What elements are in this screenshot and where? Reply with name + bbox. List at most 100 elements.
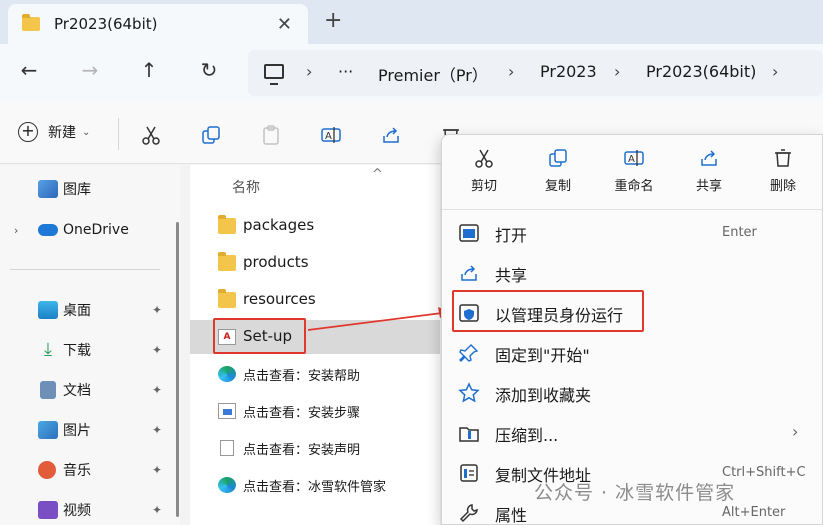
refresh-button[interactable]: ↻: [196, 58, 222, 82]
tab-strip: Pr2023(64bit) ✕ +: [0, 0, 823, 44]
submenu-chevron-icon: ›: [792, 422, 799, 441]
file-name: products: [243, 253, 309, 271]
menu-item-accelerator: Alt+Enter: [722, 505, 786, 520]
sidebar-item-label: 下载: [63, 343, 91, 359]
share-icon: [461, 265, 477, 281]
edge-icon: [218, 477, 236, 493]
sidebar-item-onedrive[interactable]: › OneDrive: [0, 212, 175, 248]
desktop-icon: [38, 301, 58, 319]
address-bar[interactable]: › ··· Premier（Pr） › Pr2023 › Pr2023(64bi…: [248, 50, 823, 96]
menu-item-compress-to[interactable]: 压缩到... ›: [442, 412, 823, 452]
sidebar-item-pictures[interactable]: 图片 ✦: [0, 412, 175, 448]
folder-icon: [218, 252, 236, 271]
breadcrumb-separator[interactable]: ›: [306, 62, 312, 81]
context-delete-button[interactable]: 删除: [748, 147, 818, 194]
toolbar-divider: [118, 118, 119, 150]
sidebar-item-label: 桌面: [63, 303, 91, 319]
context-cut-button[interactable]: 剪切: [449, 147, 519, 194]
file-row-bingxue[interactable]: 点击查看：冰雪软件管家: [190, 468, 440, 502]
gallery-icon: [38, 180, 58, 198]
breadcrumb-item-pr2023-64bit[interactable]: Pr2023(64bit): [646, 62, 756, 81]
highlight-box-run-as-admin: [452, 290, 644, 332]
sidebar-item-label: 文档: [63, 383, 91, 399]
expand-chevron-icon[interactable]: ›: [14, 224, 18, 237]
sidebar-divider: [10, 269, 160, 270]
pin-icon[interactable]: ✦: [152, 463, 162, 477]
cut-icon: [475, 149, 493, 168]
file-row-packages[interactable]: packages: [190, 209, 440, 243]
breadcrumb-item-premier[interactable]: Premier（Pr）: [378, 62, 488, 86]
breadcrumb-item-pr2023[interactable]: Pr2023: [540, 62, 597, 81]
file-row-install-help[interactable]: 点击查看：安装帮助: [190, 357, 440, 391]
close-tab-icon[interactable]: ✕: [277, 14, 292, 35]
menu-item-label: 压缩到...: [495, 426, 559, 445]
pin-icon[interactable]: ✦: [152, 343, 162, 357]
file-row-install-statement[interactable]: 点击查看：安装声明: [190, 431, 440, 465]
pin-icon[interactable]: ✦: [152, 303, 162, 317]
file-row-products[interactable]: products: [190, 246, 440, 280]
context-share-label: 共享: [695, 179, 722, 194]
sidebar-item-music[interactable]: 音乐 ✦: [0, 452, 175, 488]
star-icon: [458, 382, 480, 403]
breadcrumb-separator[interactable]: ›: [614, 62, 620, 81]
svg-text:A: A: [628, 154, 635, 165]
pin-icon[interactable]: ✦: [152, 503, 162, 517]
up-button[interactable]: ↑: [136, 58, 162, 82]
address-row: ← → ↑ ↻ › ··· Premier（Pr） › Pr2023 › Pr2…: [0, 44, 823, 102]
back-button[interactable]: ←: [16, 58, 42, 82]
menu-item-open[interactable]: 打开 Enter: [442, 212, 823, 252]
context-rename-label: 重命名: [614, 179, 654, 194]
new-label: 新建: [48, 125, 76, 141]
menu-item-add-to-favorites[interactable]: 添加到收藏夹: [442, 372, 823, 412]
sort-ascending-icon: ^: [372, 167, 383, 182]
file-name: 点击查看：安装帮助: [243, 369, 361, 384]
folder-icon: [22, 14, 40, 31]
menu-item-pin-to-start[interactable]: 固定到"开始": [442, 332, 823, 372]
context-cut-label: 剪切: [470, 179, 497, 194]
sidebar-item-downloads[interactable]: ⤓ 下载 ✦: [0, 332, 175, 368]
sidebar-item-documents[interactable]: 文档 ✦: [0, 372, 175, 408]
context-copy-button[interactable]: 复制: [523, 147, 593, 194]
videos-icon: [38, 501, 58, 519]
breadcrumb-separator[interactable]: ›: [772, 62, 778, 81]
new-tab-button[interactable]: +: [324, 8, 342, 33]
annotation-arrow: [307, 307, 450, 331]
file-row-install-steps[interactable]: 点击查看：安装步骤: [190, 394, 440, 428]
context-rename-button[interactable]: A 重命名: [599, 147, 669, 194]
plus-icon: +: [18, 122, 38, 142]
onedrive-icon: [38, 224, 58, 236]
menu-item-share[interactable]: 共享: [442, 252, 823, 292]
share-icon[interactable]: [380, 124, 402, 146]
cut-icon[interactable]: [140, 124, 162, 146]
sidebar-item-gallery[interactable]: 图库: [0, 171, 175, 207]
this-pc-icon[interactable]: [264, 64, 284, 85]
tab-pr2023[interactable]: Pr2023(64bit) ✕: [8, 4, 308, 44]
breadcrumb-separator[interactable]: ›: [508, 62, 514, 81]
pin-icon: [459, 344, 479, 362]
breadcrumb-more[interactable]: ···: [338, 62, 353, 81]
pictures-icon: [38, 421, 58, 439]
context-menu-divider: [442, 209, 823, 210]
column-header-name[interactable]: 名称: [232, 177, 260, 197]
highlight-box-setup: [213, 318, 306, 354]
sidebar-scrollbar[interactable]: [176, 222, 179, 517]
pin-icon[interactable]: ✦: [152, 383, 162, 397]
delete-icon: [775, 149, 791, 167]
context-share-button[interactable]: 共享: [674, 147, 744, 194]
forward-button[interactable]: →: [77, 58, 103, 82]
text-file-icon: [220, 440, 234, 456]
pin-icon[interactable]: ✦: [152, 423, 162, 437]
copy-path-icon: [460, 464, 478, 482]
sidebar-item-videos[interactable]: 视频 ✦: [0, 492, 175, 525]
rename-icon[interactable]: A: [320, 124, 342, 146]
sidebar-item-label: 图库: [63, 182, 91, 198]
file-name: packages: [243, 216, 315, 234]
copy-icon[interactable]: [200, 124, 222, 146]
new-button[interactable]: + 新建 ⌄: [18, 122, 90, 142]
sidebar-item-desktop[interactable]: 桌面 ✦: [0, 292, 175, 328]
menu-item-label: 属性: [495, 506, 528, 525]
paste-icon[interactable]: [260, 124, 282, 146]
menu-item-label: 共享: [495, 266, 528, 285]
sidebar-item-label: 音乐: [63, 463, 91, 479]
download-icon: ⤓: [44, 339, 52, 360]
